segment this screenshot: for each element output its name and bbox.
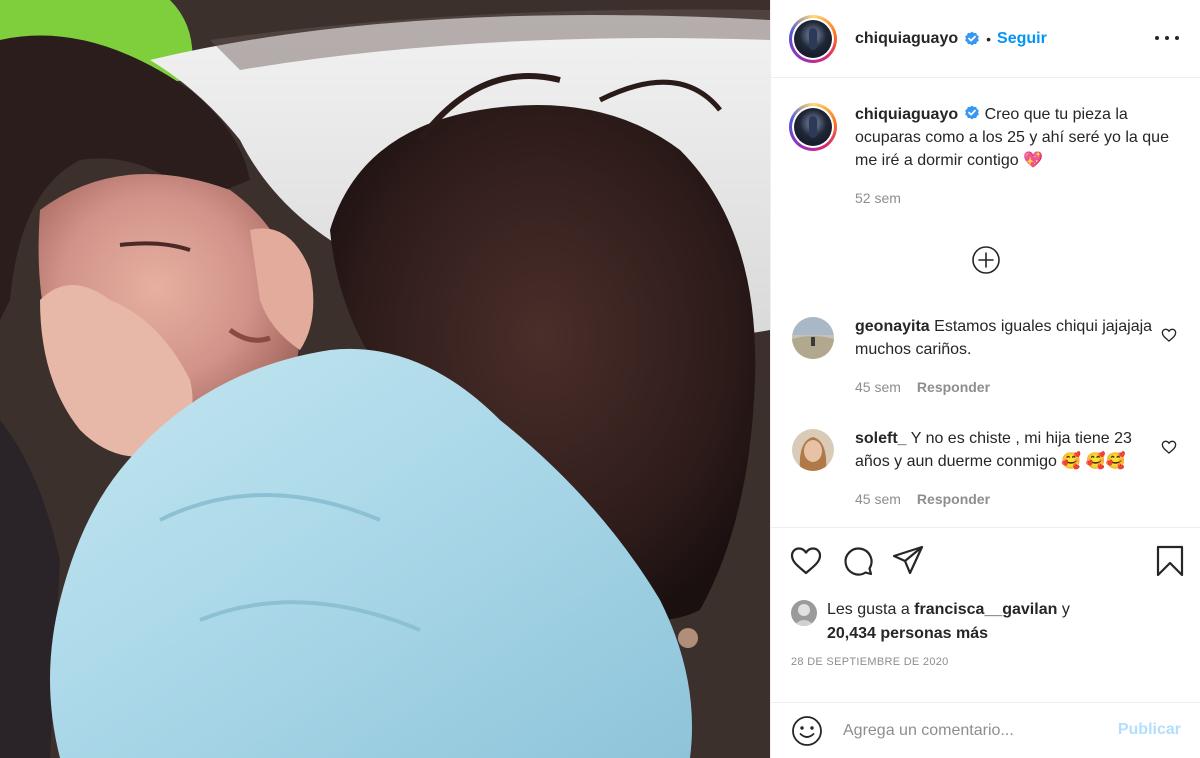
author-avatar-image [794,19,832,58]
paper-plane-icon[interactable] [891,544,925,578]
comment-item: soleft_ Y no es chiste , mi hija tiene 2… [789,427,1189,507]
author-avatar-frame [792,17,834,60]
reply-button[interactable]: Responder [917,379,990,395]
comments-list[interactable]: chiquiaguayo Creo que tu pieza la ocupar… [771,79,1200,526]
add-comment-bar: Publicar [771,702,1200,758]
post-photo-image [0,0,770,758]
comment-input[interactable] [843,722,1093,740]
post-photo[interactable] [0,0,770,758]
comment-meta: 45 sem Responder [855,379,1155,395]
comment-body: soleft_ Y no es chiste , mi hija tiene 2… [855,427,1155,507]
caption-username[interactable]: chiquiaguayo [855,106,958,123]
commenter-avatar-image [792,429,834,471]
commenter-avatar-image [792,317,834,359]
author-avatar[interactable] [789,14,837,63]
caption-meta: 52 sem [855,190,1175,206]
caption-avatar-image [794,108,832,146]
likes-summary: Les gusta a francisca__gavilan y 20,434 … [791,598,1070,646]
comment-like-icon[interactable] [1161,327,1177,343]
post-actions: Les gusta a francisca__gavilan y 20,434 … [771,527,1200,758]
more-dot [1155,36,1159,40]
likes-suffix: y [1057,601,1070,618]
comment-text-block: geonayita Estamos iguales chiqui jajajaj… [855,315,1155,361]
author-username[interactable]: chiquiaguayo [855,30,958,48]
action-icons-row [789,544,1189,580]
reply-button[interactable]: Responder [917,491,990,507]
instagram-post: chiquiaguayo • Seguir chiquiaguayo Creo … [0,0,1200,758]
follow-button[interactable]: Seguir [997,30,1047,48]
verified-badge-icon [965,31,980,45]
separator-dot: • [986,30,992,47]
smiley-icon[interactable] [791,715,823,747]
comment-body: geonayita Estamos iguales chiqui jajajaj… [855,315,1155,395]
bookmark-icon[interactable] [1153,544,1187,578]
liker-username[interactable]: francisca__gavilan [914,601,1057,618]
more-dot [1165,36,1169,40]
plus-circle-icon[interactable] [971,245,1001,275]
comment-like-icon[interactable] [1161,439,1177,455]
post-side-panel: chiquiaguayo • Seguir chiquiaguayo Creo … [770,0,1200,758]
verified-badge-icon [965,105,980,120]
comment-time[interactable]: 45 sem [855,379,901,395]
comment-text-block: soleft_ Y no es chiste , mi hija tiene 2… [855,427,1155,473]
caption-time[interactable]: 52 sem [855,190,901,206]
heart-icon[interactable] [789,544,823,578]
comment-item: geonayita Estamos iguales chiqui jajajaj… [789,315,1189,395]
likes-text: Les gusta a francisca__gavilan y 20,434 … [827,598,1070,646]
publish-button[interactable]: Publicar [1118,721,1181,739]
comment-time[interactable]: 45 sem [855,491,901,507]
caption-text-block: chiquiaguayo Creo que tu pieza la ocupar… [855,103,1175,172]
comment-username[interactable]: soleft_ [855,430,907,447]
more-dot [1175,36,1179,40]
commenter-avatar[interactable] [792,429,834,471]
post-header: chiquiaguayo • Seguir [771,0,1200,78]
liker-avatar-image [791,600,817,626]
post-caption: chiquiaguayo Creo que tu pieza la ocupar… [789,103,1189,206]
comment-icon[interactable] [841,544,875,578]
commenter-avatar[interactable] [792,317,834,359]
comment-meta: 45 sem Responder [855,491,1155,507]
more-options-icon[interactable] [1155,28,1179,48]
caption-avatar-frame [792,106,834,148]
liker-avatar[interactable] [791,600,817,626]
comment-username[interactable]: geonayita [855,318,930,335]
likes-prefix: Les gusta a [827,601,915,618]
likes-count[interactable]: 20,434 personas más [827,625,988,642]
caption-author-avatar[interactable] [789,103,837,151]
caption-body: chiquiaguayo Creo que tu pieza la ocupar… [855,103,1175,206]
post-date[interactable]: 28 DE SEPTIEMBRE DE 2020 [791,656,949,668]
